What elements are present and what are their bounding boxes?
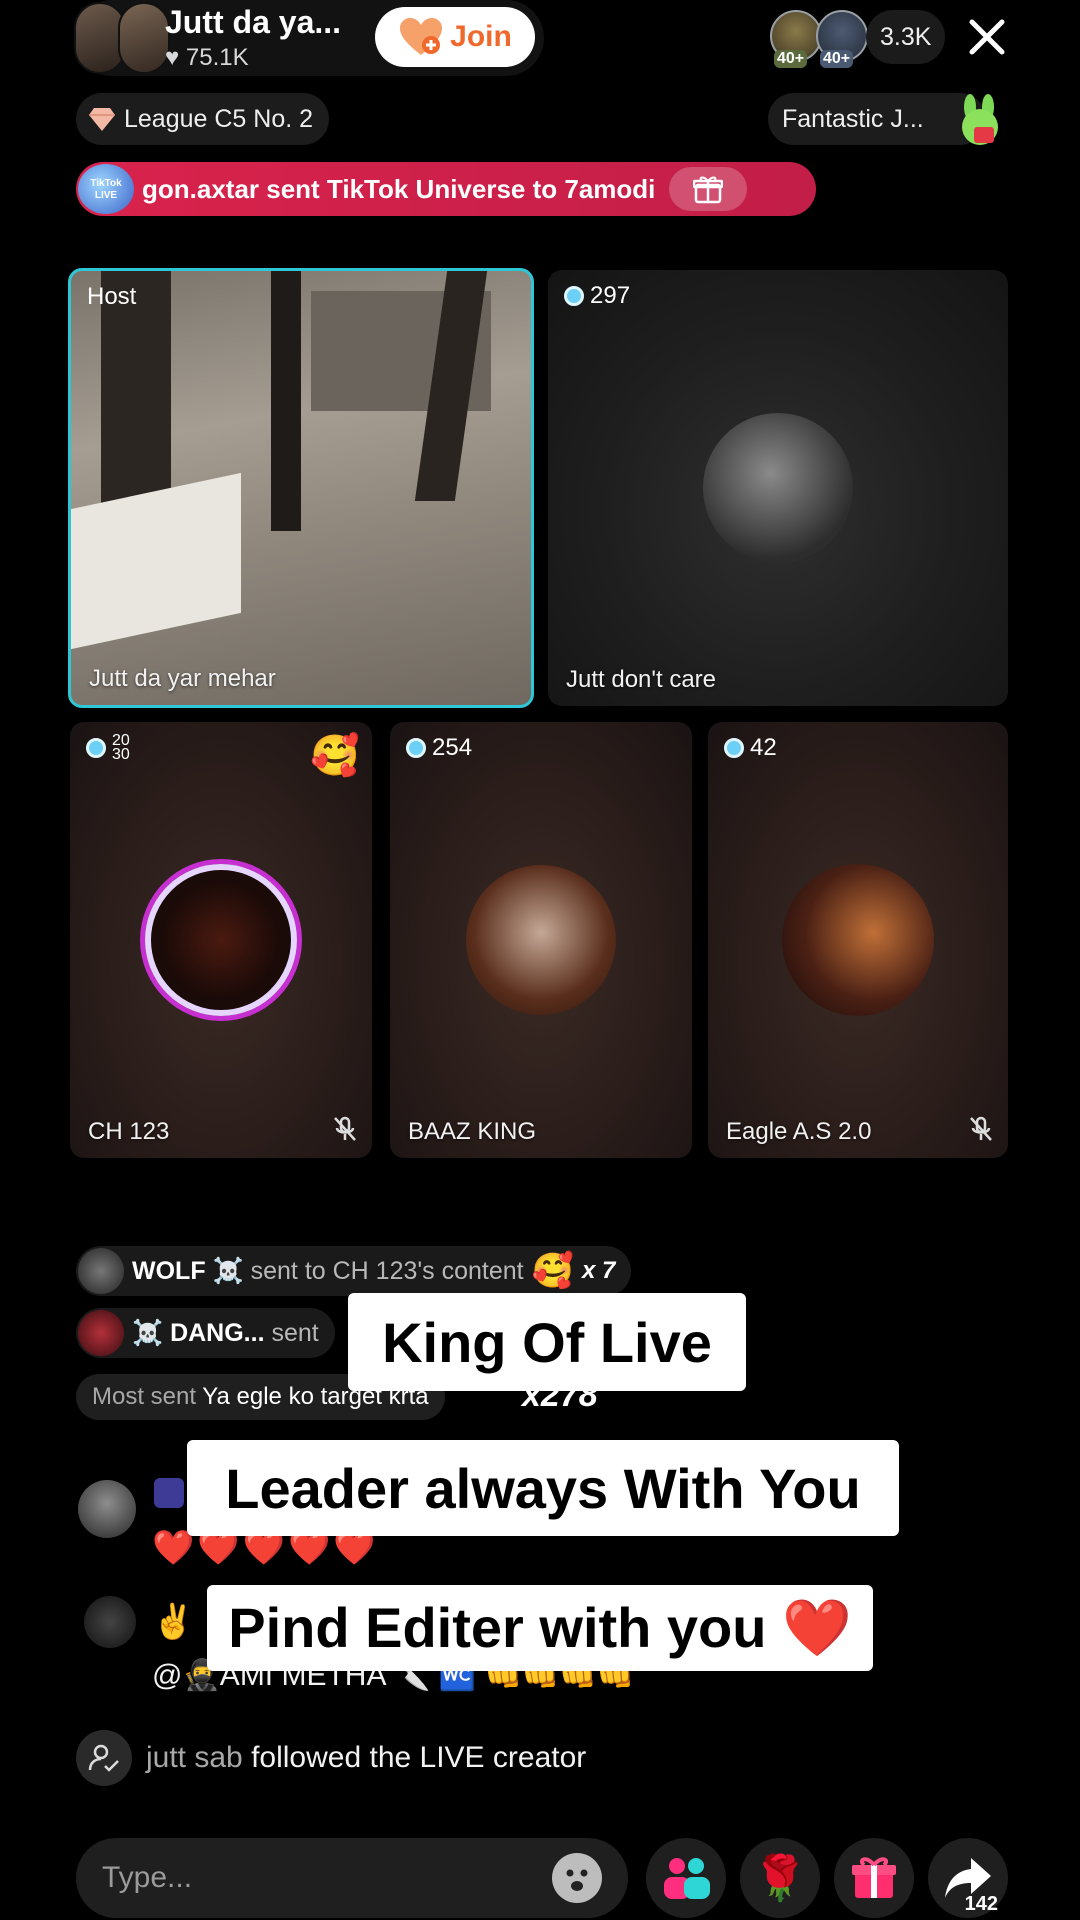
gift-notification-text: ☠️ DANG... sent [132,1318,319,1347]
door-edge [271,271,301,531]
guest-tile[interactable]: 20 30 🥰 CH 123 [70,722,372,1158]
tile-name: CH 123 [88,1118,170,1145]
gift-notification-text: WOLF ☠️ sent to CH 123's content [132,1256,524,1285]
caption-overlay: Leader always With You [187,1440,899,1536]
top-viewers[interactable]: 40+ 40+ [770,10,870,68]
caption-overlay: Pind Editer with you ❤️ [207,1585,873,1671]
guest-tile[interactable]: 254 BAAZ KING [390,722,692,1158]
heart-plus-icon [400,18,443,55]
viewer-level-badge: 40+ [820,50,854,68]
host-name: Jutt da ya... [165,4,342,40]
peace-emoji-icon: ✌️ [152,1603,195,1641]
tile-name: Eagle A.S 2.0 [726,1118,872,1145]
multi-guest-button[interactable] [646,1838,726,1918]
follow-notification: jutt sab followed the LIVE creator [76,1730,586,1786]
gift-multiplier: x 7 [581,1257,616,1284]
guest-tile[interactable]: 42 Eagle A.S 2.0 [708,722,1008,1158]
share-count: 142 [964,1893,998,1915]
rose-icon: 🌹 [752,1854,808,1903]
caption-overlay: King Of Live [348,1293,746,1391]
commenter-avatar[interactable] [84,1596,136,1648]
bunny-icon [962,94,998,145]
tile-name: BAAZ KING [408,1118,537,1145]
gift-button[interactable] [834,1838,914,1918]
guest-avatar[interactable] [782,864,934,1016]
gift-banner[interactable]: TikTok LIVE gon.axtar sent TikTok Univer… [76,162,816,216]
host-video-tile[interactable]: Host Jutt da yar mehar [68,268,534,708]
league-badge[interactable]: League C5 No. 2 [76,93,330,145]
join-button[interactable]: Join [375,7,535,67]
gem-icon [89,108,115,131]
tiktok-live-icon: TikTok LIVE [78,164,134,214]
score-icon [564,286,584,306]
viewer-count[interactable]: 3.3K [866,10,946,64]
gift-icon [852,1857,896,1898]
comment-input[interactable]: Type... [76,1838,628,1918]
guest-score: 20 30 [86,733,142,763]
hug-emoji-icon: 🥰 [310,734,360,778]
floor-mat [71,472,241,650]
cohost-avatar [118,2,170,74]
guest-score: 42 [724,734,777,762]
mic-muted-icon[interactable] [966,1114,996,1144]
mic-muted-icon[interactable] [330,1114,360,1144]
hug-emoji-icon: 🥰 [531,1252,574,1290]
guest-score: 254 [406,734,472,762]
gift-icon [693,176,724,204]
host-likes: ♥ 75.1K [165,44,249,71]
heart-icon: ♥ [165,44,180,71]
score-icon [406,738,426,758]
league-label: League C5 No. 2 [124,104,314,133]
gift-notification[interactable]: WOLF ☠️ sent to CH 123's content 🥰 x 7 [76,1246,632,1296]
guest-tile[interactable]: 297 Jutt don't care [548,270,1008,706]
sender-avatar[interactable] [78,1248,124,1294]
guest-score: 297 [564,282,630,310]
gift-banner-button[interactable] [669,167,748,211]
close-icon[interactable] [962,12,1012,62]
score-icon [86,738,106,758]
diamond-badge-icon [154,1478,184,1508]
score-icon [724,738,744,758]
follow-user-icon [76,1730,132,1786]
host-avatars[interactable] [74,2,170,74]
tile-name: Jutt don't care [566,666,716,693]
guest-avatar[interactable] [145,864,297,1016]
comment-placeholder: Type... [102,1861,193,1894]
share-button[interactable]: 142 [928,1838,1008,1918]
gift-notification[interactable]: ☠️ DANG... sent [76,1308,335,1358]
join-label: Join [450,20,512,53]
viewer-level-badge: 40+ [774,50,808,68]
sender-avatar[interactable] [78,1310,124,1356]
guests-icon [664,1858,710,1899]
tile-name: Jutt da yar mehar [89,665,276,692]
gift-banner-text: gon.axtar sent TikTok Universe to 7amodi [142,173,656,204]
rose-gift-button[interactable]: 🌹 [740,1838,820,1918]
fantastic-label: Fantastic J... [782,105,924,133]
emoji-icon[interactable] [552,1853,602,1903]
host-tag: Host [87,283,137,310]
follow-text: jutt sab followed the LIVE creator [146,1741,587,1774]
guest-avatar[interactable] [703,413,853,563]
commenter-avatar[interactable] [78,1480,136,1538]
guest-avatar[interactable] [466,865,616,1015]
